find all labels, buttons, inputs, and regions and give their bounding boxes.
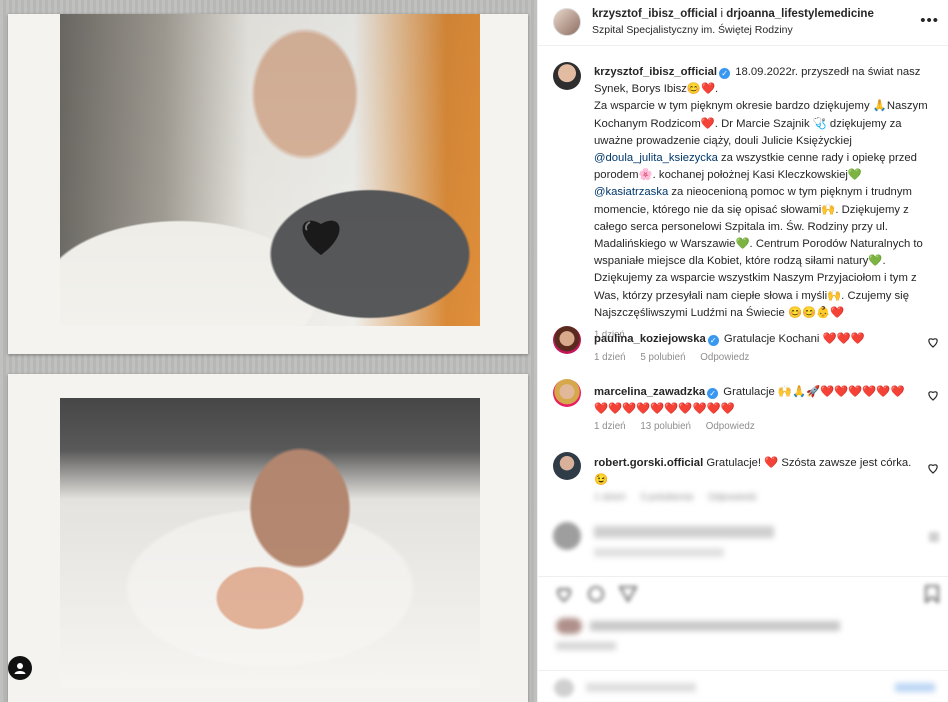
blurred-comment-meta [594,548,724,557]
tagged-users-icon[interactable] [8,656,32,680]
comment-body: Gratulacje Kochani ❤️❤️❤️ [723,333,865,345]
mention-kasiatrzaska[interactable]: @kasiatrzaska [594,186,668,198]
comment-likes[interactable]: 5 polubień [640,352,685,363]
verified-badge-icon: ✓ [707,388,719,399]
comment-meta: 1 dzień 3 polubienia Odpowiedz [594,492,769,503]
comment-likes[interactable]: 3 polubienia [640,492,693,503]
header-location[interactable]: Szpital Specjalistyczny im. Świętej Rodz… [592,24,793,36]
post-header: krzysztof_ibisz_official i drjoanna_life… [538,0,948,46]
polaroid-photo-top [8,14,528,354]
comment-icon[interactable] [586,585,606,603]
caption-segment-2: Za wsparcie w tym pięknym okresie bardzo… [594,100,928,147]
comment-time: 1 dzień [594,492,626,503]
verified-badge-icon: ✓ [707,335,719,346]
reply-button[interactable]: Odpowiedz [708,492,757,503]
comment-meta: 1 dzień 5 polubień Odpowiedz [594,352,761,363]
post-side-panel: krzysztof_ibisz_official i drjoanna_life… [537,0,948,702]
verified-badge-icon: ✓ [719,68,731,79]
comment-username[interactable]: paulina_koziejowska [594,333,706,345]
photo-father-newborn [60,398,480,688]
polaroid-photo-bottom [8,374,528,702]
comment-text: paulina_koziejowska ✓ Gratulacje Kochani … [594,331,914,348]
post-comment-button[interactable] [895,683,935,692]
header-usernames: krzysztof_ibisz_official i drjoanna_life… [592,8,874,20]
header-and: i [717,8,727,20]
comment-like-icon[interactable] [927,462,939,474]
comment-username[interactable]: robert.gorski.official [594,457,703,469]
comment-meta: 1 dzień 13 polubień Odpowiedz [594,421,767,432]
comment-likes[interactable]: 13 polubień [640,421,691,432]
comment-avatar[interactable] [553,452,581,480]
post-date-blurred [556,642,616,650]
mention-doula[interactable]: @doula_julita_ksiezycka [594,152,718,164]
bookmark-icon[interactable] [922,585,942,603]
caption-text: krzysztof_ibisz_official ✓ 18.09.2022r. p… [594,64,939,343]
comment-time: 1 dzień [594,352,626,363]
comment-text: marcelina_zawadzka ✓ Gratulacje 🙌🙏🚀❤️❤️❤️… [594,384,914,418]
comment-username[interactable]: marcelina_zawadzka [594,386,705,398]
blurred-comment-text [594,526,774,538]
caption-segment-6: za nieocenioną pomoc w tym pięknym i tru… [594,186,923,319]
post-actions-bar [538,576,948,608]
comment-avatar[interactable] [553,522,581,550]
more-options-icon[interactable]: ••• [920,12,939,29]
comment-like-icon[interactable] [927,389,939,401]
photo-mother-newborn [60,14,480,326]
add-comment-input[interactable] [586,683,696,692]
reply-button[interactable]: Odpowiedz [700,352,749,363]
heart-icon[interactable] [554,585,574,603]
comment-avatar[interactable] [553,379,581,407]
emoji-icon[interactable] [554,679,574,697]
black-heart-sticker [302,220,340,255]
add-comment-bar [538,670,948,702]
header-avatar[interactable] [553,8,581,36]
caption-username[interactable]: krzysztof_ibisz_official [594,66,717,78]
comment-time: 1 dzień [594,421,626,432]
likes-summary-blurred [556,618,936,634]
comment-text: robert.gorski.official Gratulacje! ❤️ Sz… [594,455,914,489]
comment-like-icon[interactable] [927,336,939,348]
caption-avatar[interactable] [553,62,581,90]
header-user-1[interactable]: krzysztof_ibisz_official [592,8,717,20]
post-media[interactable] [0,0,537,702]
header-user-2[interactable]: drjoanna_lifestylemedicine [726,8,874,20]
share-icon[interactable] [618,585,638,603]
comment-avatar[interactable] [553,326,581,354]
reply-button[interactable]: Odpowiedz [706,421,755,432]
comment-like-icon[interactable] [929,532,939,542]
